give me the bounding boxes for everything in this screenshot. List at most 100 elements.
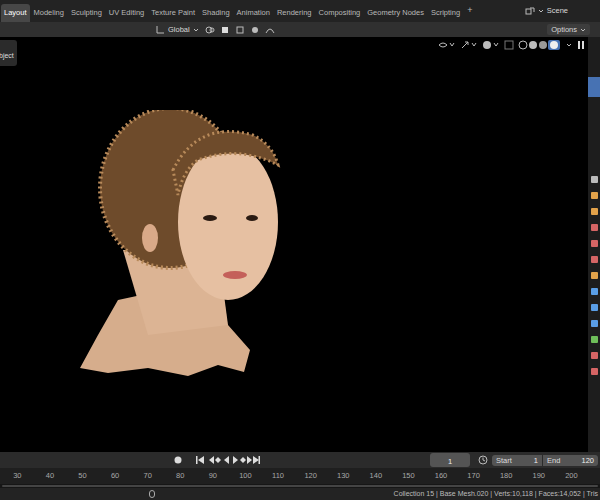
modifier-tab-icon[interactable]: [591, 288, 598, 295]
object-tab-icon[interactable]: [591, 272, 598, 279]
texture-tab-icon[interactable]: [591, 368, 598, 375]
frame-tick: 160: [425, 470, 458, 481]
viewport[interactable]: bject: [0, 37, 588, 452]
particles-tab-icon[interactable]: [591, 304, 598, 311]
world-tab-icon[interactable]: [591, 256, 598, 263]
timeline-ruler[interactable]: 3040506070809010011012013014015016017018…: [0, 468, 600, 484]
tab-label[interactable]: Animation: [237, 7, 270, 18]
options-label[interactable]: Options: [551, 24, 577, 35]
workspace-tab[interactable]: Texture Paint: [148, 4, 198, 22]
chevron-icon: [580, 27, 586, 33]
record-icon[interactable]: [173, 455, 183, 465]
workspace-tab[interactable]: Compositing: [316, 4, 364, 22]
material-tab-icon[interactable]: [591, 352, 598, 359]
playback-controls-icon[interactable]: [195, 455, 261, 465]
proportional-edit-icon[interactable]: [250, 25, 260, 35]
properties-tabs: [588, 37, 600, 452]
workspace-tab[interactable]: Rendering: [274, 4, 315, 22]
frame-tick: 50: [66, 470, 99, 481]
tab-label[interactable]: Rendering: [277, 7, 312, 18]
workspace-tab[interactable]: UV Editing: [106, 4, 147, 22]
workspace-tab[interactable]: Modeling: [31, 4, 67, 22]
workspace-tab[interactable]: Layout: [1, 4, 30, 22]
scene-selector[interactable]: Scene: [525, 5, 568, 16]
transform-orientation-icon: [156, 25, 165, 34]
tool-header: Global Options: [0, 22, 600, 37]
orientation-label[interactable]: Global: [168, 24, 190, 35]
frame-tick: 60: [99, 470, 132, 481]
chevron-icon: [193, 27, 199, 33]
start-label: Start: [496, 455, 512, 466]
scene-name[interactable]: Scene: [547, 5, 568, 16]
workspace-tab[interactable]: Animation: [234, 4, 273, 22]
blender-window: Layout Modeling Sculpting UV Editing Texture…: [0, 0, 600, 500]
mode-selector[interactable]: bject: [0, 40, 17, 66]
frame-tick: 30: [1, 470, 34, 481]
physics-tab-icon[interactable]: [591, 320, 598, 327]
workspace-tab[interactable]: Scripting: [428, 4, 463, 22]
orientation-dropdown[interactable]: Global: [156, 24, 199, 35]
current-frame[interactable]: 1: [448, 457, 452, 466]
snapping-tools: [205, 25, 275, 35]
options-dropdown[interactable]: Options: [547, 24, 590, 35]
overlays-icon[interactable]: [482, 40, 500, 50]
tab-label[interactable]: Scripting: [431, 7, 460, 18]
xray-icon[interactable]: [504, 40, 514, 50]
snap-icon[interactable]: [220, 25, 230, 35]
frame-tick: 190: [523, 470, 556, 481]
shading-modes-icon[interactable]: [518, 40, 562, 50]
start-value[interactable]: 1: [534, 455, 538, 466]
active-tab-highlight-icon[interactable]: [588, 77, 600, 97]
frame-tick: 90: [197, 470, 230, 481]
current-frame-field[interactable]: 1: [430, 453, 470, 467]
render-tab-icon[interactable]: [591, 192, 598, 199]
end-value[interactable]: 120: [581, 455, 594, 466]
tab-label[interactable]: UV Editing: [109, 7, 144, 18]
tab-label[interactable]: Compositing: [319, 7, 361, 18]
output-tab-icon[interactable]: [591, 208, 598, 215]
end-frame-field[interactable]: End 120: [542, 455, 598, 466]
frame-tick: 150: [392, 470, 425, 481]
main-area: bject: [0, 37, 600, 452]
mode-label[interactable]: bject: [0, 52, 14, 59]
tab-label[interactable]: Layout: [4, 7, 27, 18]
add-workspace-button[interactable]: +: [463, 4, 476, 18]
falloff-icon[interactable]: [265, 25, 275, 35]
tab-label[interactable]: Sculpting: [71, 7, 102, 18]
scrollbar-thumb[interactable]: [2, 485, 598, 487]
frame-tick: 40: [34, 470, 67, 481]
end-label: End: [547, 455, 560, 466]
gizmo-icon[interactable]: [460, 40, 478, 50]
frame-tick: 130: [327, 470, 360, 481]
view-layer-tab-icon[interactable]: [591, 224, 598, 231]
mouse-icon: [148, 490, 156, 498]
pause-icon[interactable]: [576, 40, 586, 50]
viewport-header-tools: [438, 40, 586, 50]
workspace-tab[interactable]: Geometry Nodes: [364, 4, 427, 22]
timeline-header: 1 Start 1 End 120: [0, 452, 600, 468]
workspace-tabs: Layout Modeling Sculpting UV Editing Texture…: [1, 0, 463, 22]
scene-icon: [525, 6, 535, 16]
frame-tick: 70: [131, 470, 164, 481]
tab-label[interactable]: Texture Paint: [151, 7, 195, 18]
chevron-icon[interactable]: [566, 42, 572, 48]
tool-tab-icon[interactable]: [591, 176, 598, 183]
snap-target-icon[interactable]: [235, 25, 245, 35]
clock-icon[interactable]: [478, 455, 488, 465]
frame-range: 1 Start 1 End 120: [430, 453, 598, 467]
visibility-icon[interactable]: [438, 40, 456, 50]
tab-label[interactable]: Shading: [202, 7, 230, 18]
status-bar: Collection 15 | Base Mesh.020 | Verts:10…: [0, 488, 600, 500]
tab-label[interactable]: Modeling: [34, 7, 64, 18]
frame-tick: 110: [262, 470, 295, 481]
frame-tick: 100: [229, 470, 262, 481]
status-text: Collection 15 | Base Mesh.020 | Verts:10…: [394, 489, 600, 500]
data-tab-icon[interactable]: [591, 336, 598, 343]
workspace-tab[interactable]: Sculpting: [68, 4, 105, 22]
frame-tick: 180: [490, 470, 523, 481]
tab-label[interactable]: Geometry Nodes: [367, 7, 424, 18]
pivot-icon[interactable]: [205, 25, 215, 35]
start-frame-field[interactable]: Start 1: [492, 455, 542, 466]
workspace-tab[interactable]: Shading: [199, 4, 233, 22]
scene-tab-icon[interactable]: [591, 240, 598, 247]
